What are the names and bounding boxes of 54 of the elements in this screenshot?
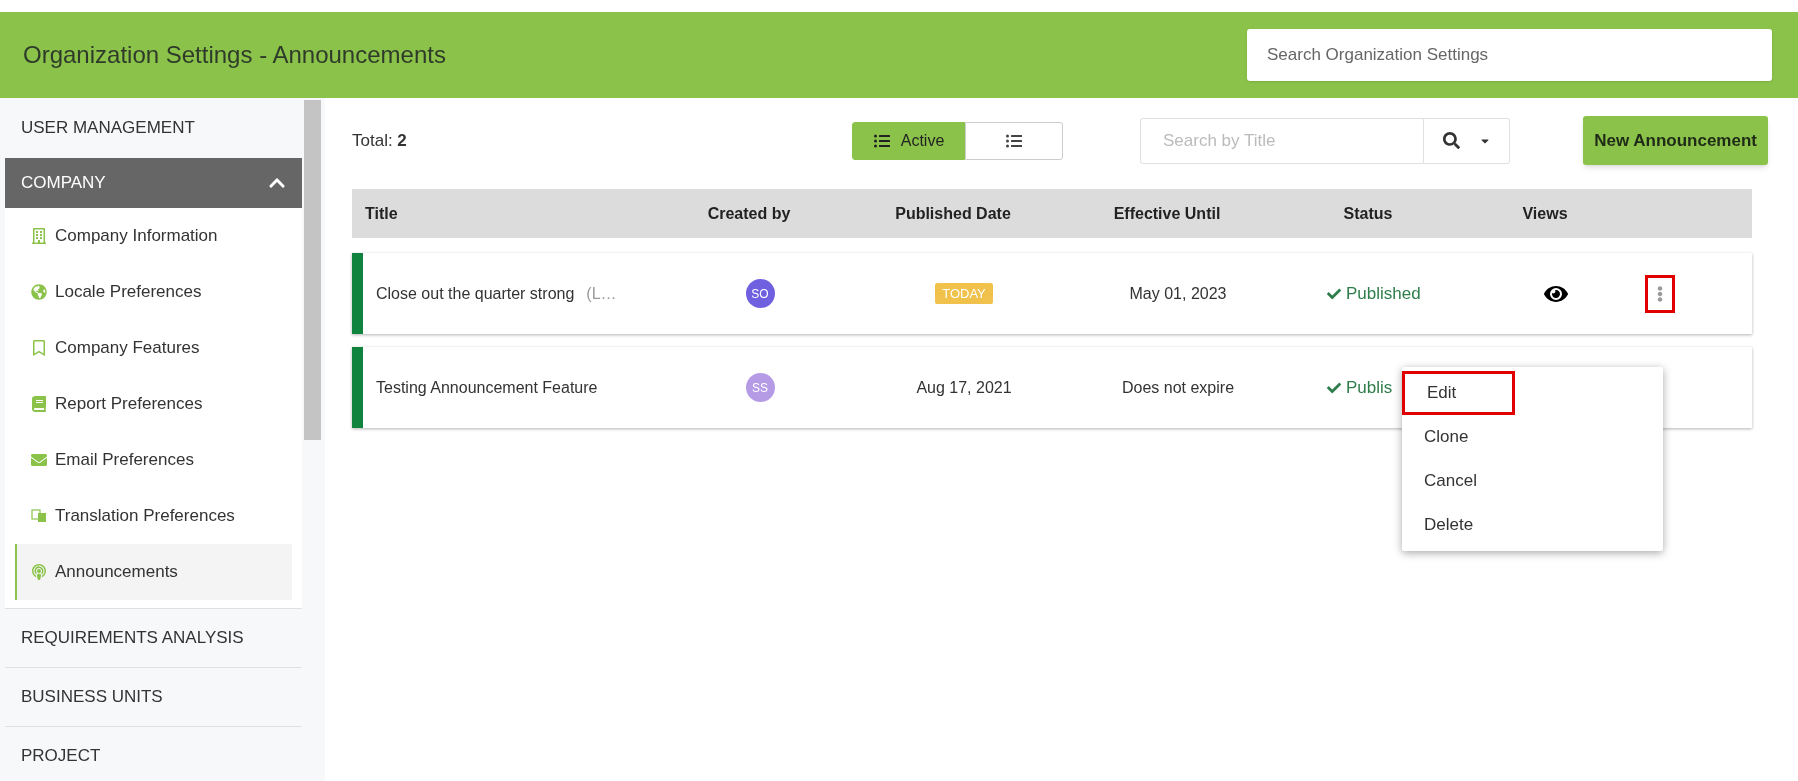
column-header: Status	[1342, 203, 1394, 224]
menu-item[interactable]: Edit	[1402, 371, 1515, 415]
envelope-icon	[31, 452, 47, 468]
sidebar-item[interactable]: Report Preferences	[15, 376, 292, 432]
menu-item[interactable]: Delete	[1402, 503, 1663, 547]
sidebar-item[interactable]: Locale Preferences	[15, 264, 292, 320]
sidebar-item[interactable]: Company Features	[15, 320, 292, 376]
column-header: Effective Until	[1112, 203, 1222, 224]
search-field[interactable]: Search Organization Settings	[1247, 29, 1772, 81]
column-header: Published Date	[894, 203, 1012, 224]
page-title: Organization Settings - Announcements	[23, 40, 446, 70]
check-icon	[1327, 380, 1341, 395]
new-announcement-button[interactable]: New Announcement	[1583, 116, 1768, 165]
building-icon	[31, 228, 47, 244]
effective-date: Does not expire	[1121, 377, 1235, 398]
effective-date: May 01, 2023	[1129, 283, 1227, 304]
title-suffix: (L…	[586, 283, 617, 304]
announcement-row[interactable]: Close out the quarter strong (L… SO TODAY May 01, 2023 Published	[352, 253, 1752, 334]
podcast-icon	[31, 564, 47, 580]
list-icon	[872, 132, 891, 149]
list-icon	[1005, 132, 1023, 149]
column-header: Views	[1521, 203, 1569, 224]
search-field[interactable]: Search by Title	[1140, 117, 1424, 164]
sidebar-item[interactable]: Announcements	[15, 544, 292, 600]
more-options-button[interactable]	[1645, 274, 1675, 313]
announcement-title: Testing Announcement Feature	[376, 377, 598, 398]
avatar: SO	[745, 279, 775, 308]
today-badge: TODAY	[935, 282, 993, 305]
view-toggle[interactable]: Active	[852, 121, 965, 160]
column-header: Created by	[706, 203, 792, 224]
avatar: SS	[745, 373, 775, 402]
book-icon	[31, 396, 47, 412]
status-text: Published	[1346, 282, 1421, 305]
bookmark-icon	[31, 340, 47, 356]
check-icon	[1327, 286, 1341, 301]
globe-icon	[31, 284, 47, 300]
status-text: Publis	[1346, 376, 1393, 399]
menu-item[interactable]: Cancel	[1402, 459, 1663, 503]
search-icon	[1443, 132, 1460, 149]
announcement-title: Close out the quarter strong	[376, 283, 575, 304]
view-toggle[interactable]	[965, 121, 1063, 160]
sidebar-item[interactable]: Email Preferences	[15, 432, 292, 488]
sidebar-section[interactable]: USER MANAGEMENT	[5, 98, 302, 158]
total-count: Total: 2	[352, 129, 408, 152]
search-button[interactable]	[1424, 117, 1510, 164]
column-header: Title	[364, 203, 399, 224]
published-date: Aug 17, 2021	[916, 377, 1012, 398]
sidebar-section[interactable]: BUSINESS UNITS	[5, 667, 302, 726]
sidebar-section[interactable]: REQUIREMENTS ANALYSIS	[5, 608, 302, 667]
language-icon	[31, 508, 47, 524]
sidebar-item[interactable]: Translation Preferences	[15, 488, 292, 544]
sidebar-section[interactable]: PROJECT	[5, 726, 302, 781]
sidebar-section[interactable]: COMPANY	[5, 158, 302, 208]
sidebar-item[interactable]: Company Information	[15, 208, 292, 264]
